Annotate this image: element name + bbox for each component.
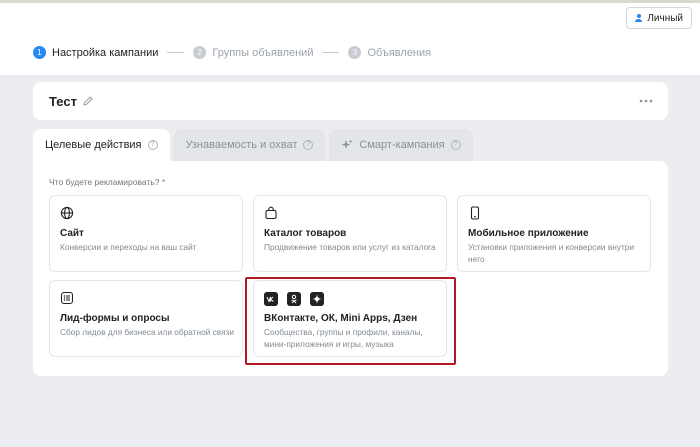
selection-highlight-box	[245, 277, 456, 365]
step-number: 3	[348, 46, 362, 59]
option-title: Каталог товаров	[264, 228, 347, 239]
option-website[interactable]: Сайт Конверсии и переходы на ваш сайт	[49, 195, 243, 272]
shopping-bag-icon	[265, 206, 277, 220]
campaign-type-tabs: Целевые действия ? Узнаваемость и охват …	[33, 129, 473, 161]
step-number: 1	[33, 46, 46, 59]
help-icon[interactable]: ?	[147, 140, 158, 150]
option-description: Сбор лидов для бизнеса или обратной связ…	[60, 327, 235, 337]
option-title: Лид-формы и опросы	[60, 313, 170, 324]
option-description: Установки приложения и конверсии внутри …	[468, 242, 635, 264]
sparkle-icon	[341, 139, 353, 149]
step-ads[interactable]: 3 Объявления	[348, 46, 431, 59]
account-switcher-button[interactable]: Личный	[626, 7, 692, 29]
tab-target-actions[interactable]: Целевые действия ?	[33, 129, 170, 161]
person-icon	[635, 14, 643, 22]
option-description: Конверсии и переходы на ваш сайт	[60, 242, 197, 252]
option-title: Сайт	[60, 228, 84, 239]
top-bar: Личный	[0, 3, 700, 33]
tab-label: Смарт-кампания	[359, 139, 445, 151]
steps-bar: 1 Настройка кампании 2 Группы объявлений…	[0, 33, 700, 75]
stepper: 1 Настройка кампании 2 Группы объявлений…	[33, 46, 431, 59]
globe-icon	[60, 206, 74, 220]
tab-label: Целевые действия	[45, 139, 142, 151]
help-icon[interactable]: ?	[303, 140, 314, 150]
step-label: Объявления	[367, 46, 432, 59]
more-dots-icon[interactable]	[638, 94, 654, 108]
option-mobile-app[interactable]: Мобильное приложение Установки приложени…	[457, 195, 651, 272]
option-description: Продвижение товаров или услуг из каталог…	[264, 242, 436, 252]
option-lead-forms[interactable]: Лид-формы и опросы Сбор лидов для бизнес…	[49, 280, 243, 357]
tab-awareness-reach[interactable]: Узнаваемость и охват ?	[173, 129, 326, 161]
help-icon[interactable]: ?	[450, 140, 461, 150]
campaign-title-card: Тест	[33, 82, 668, 120]
form-list-icon	[60, 291, 74, 305]
step-divider	[167, 52, 185, 53]
step-divider	[322, 52, 340, 53]
option-product-catalog[interactable]: Каталог товаров Продвижение товаров или …	[253, 195, 447, 272]
step-label: Настройка кампании	[52, 46, 159, 59]
tab-label: Узнаваемость и охват	[185, 139, 298, 151]
tab-smart-campaign[interactable]: Смарт-кампания ?	[329, 129, 473, 161]
step-campaign-settings[interactable]: 1 Настройка кампании	[33, 46, 158, 59]
step-number: 2	[193, 46, 207, 59]
option-title: Мобильное приложение	[468, 228, 589, 239]
smartphone-icon	[470, 206, 480, 220]
objective-question: Что будете рекламировать? *	[49, 177, 166, 187]
step-label: Группы объявлений	[212, 46, 314, 59]
step-ad-groups[interactable]: 2 Группы объявлений	[193, 46, 313, 59]
campaign-title: Тест	[49, 94, 77, 109]
pencil-icon[interactable]	[81, 94, 95, 108]
account-label: Личный	[647, 12, 683, 24]
